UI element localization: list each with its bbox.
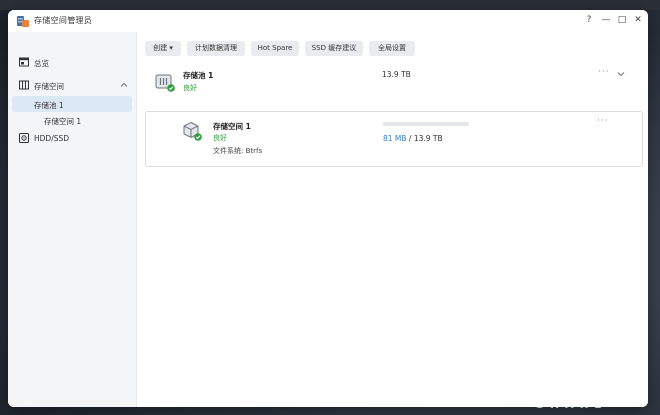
sidebar-item-hdd[interactable]: HDD/SSD	[8, 130, 136, 146]
overview-icon	[19, 57, 29, 67]
storage-pool-row[interactable]: 存储池 1 良好 13.9 TB ···	[145, 65, 635, 107]
pool-size: 13.9 TB	[382, 70, 411, 79]
sidebar-item-overview[interactable]: 总览	[8, 54, 136, 70]
close-button[interactable]: ✕	[631, 13, 645, 27]
pool-status: 良好	[183, 84, 197, 92]
sidebar-item-volume[interactable]: 存储空间 1	[8, 112, 136, 128]
volume-status: 良好	[213, 134, 227, 142]
sidebar-item-label: HDD/SSD	[34, 134, 70, 143]
volume-filesystem: 文件系统: Btrfs	[213, 147, 263, 155]
storage-manager-icon	[17, 16, 29, 27]
minimize-button[interactable]: —	[599, 13, 613, 27]
main-panel: 创建 ▾ 计划数据清理 Hot Spare SSD 缓存建议 全局设置 存储池 …	[136, 32, 648, 407]
storage-icon	[19, 80, 29, 90]
sidebar-item-label: 存储池 1	[34, 101, 64, 110]
sidebar: 总览 存储空间 存储池 1 存储空间 1 HDD/SSD	[8, 32, 136, 407]
storage-manager-window: 存储空间管理员 ? — □ ✕ 总览 存储空间 存储池 1 存储空间 1 HDD…	[8, 10, 648, 407]
storage-pool-icon	[155, 74, 175, 92]
sidebar-item-label: 存储空间	[34, 82, 64, 91]
chevron-down-icon[interactable]	[617, 70, 625, 78]
chevron-up-icon[interactable]	[120, 81, 128, 89]
window-title: 存储空间管理员	[34, 16, 93, 25]
sidebar-item-label: 存储空间 1	[44, 117, 82, 126]
svg-text:SHARE: SHARE	[536, 398, 608, 411]
pool-name: 存储池 1	[183, 71, 214, 80]
volume-cube-icon	[183, 121, 202, 141]
volume-more-icon[interactable]: ···	[597, 116, 609, 126]
svg-text:KOOL: KOOL	[526, 367, 612, 400]
global-settings-button[interactable]: 全局设置	[369, 41, 415, 56]
hdd-icon	[19, 133, 29, 143]
volume-total: 13.9 TB	[413, 134, 443, 143]
pool-more-icon[interactable]: ···	[598, 67, 610, 77]
titlebar: 存储空间管理员 ? — □ ✕	[8, 10, 648, 32]
volume-name: 存储空间 1	[213, 122, 251, 131]
sidebar-item-storage[interactable]: 存储空间	[8, 77, 136, 93]
sidebar-item-label: 总览	[34, 59, 49, 68]
volume-usage-separator: /	[406, 134, 414, 143]
volume-usage-text: 81 MB / 13.9 TB	[383, 134, 443, 143]
help-button[interactable]: ?	[582, 13, 596, 27]
maximize-button[interactable]: □	[615, 13, 629, 27]
create-button[interactable]: 创建 ▾	[145, 41, 181, 56]
volume-usage-bar	[383, 122, 469, 126]
desktop-taskbar	[0, 0, 660, 10]
hot-spare-button[interactable]: Hot Spare	[251, 41, 299, 56]
volume-card[interactable]: 存储空间 1 良好 文件系统: Btrfs 81 MB / 13.9 TB ··…	[145, 111, 643, 167]
ssd-cache-advice-button[interactable]: SSD 缓存建议	[305, 41, 363, 56]
volume-used: 81 MB	[383, 134, 407, 143]
sidebar-item-pool[interactable]: 存储池 1	[12, 96, 132, 112]
kool-share-watermark: KOOL SHARE	[526, 367, 612, 411]
schedule-scrub-button[interactable]: 计划数据清理	[187, 41, 245, 56]
